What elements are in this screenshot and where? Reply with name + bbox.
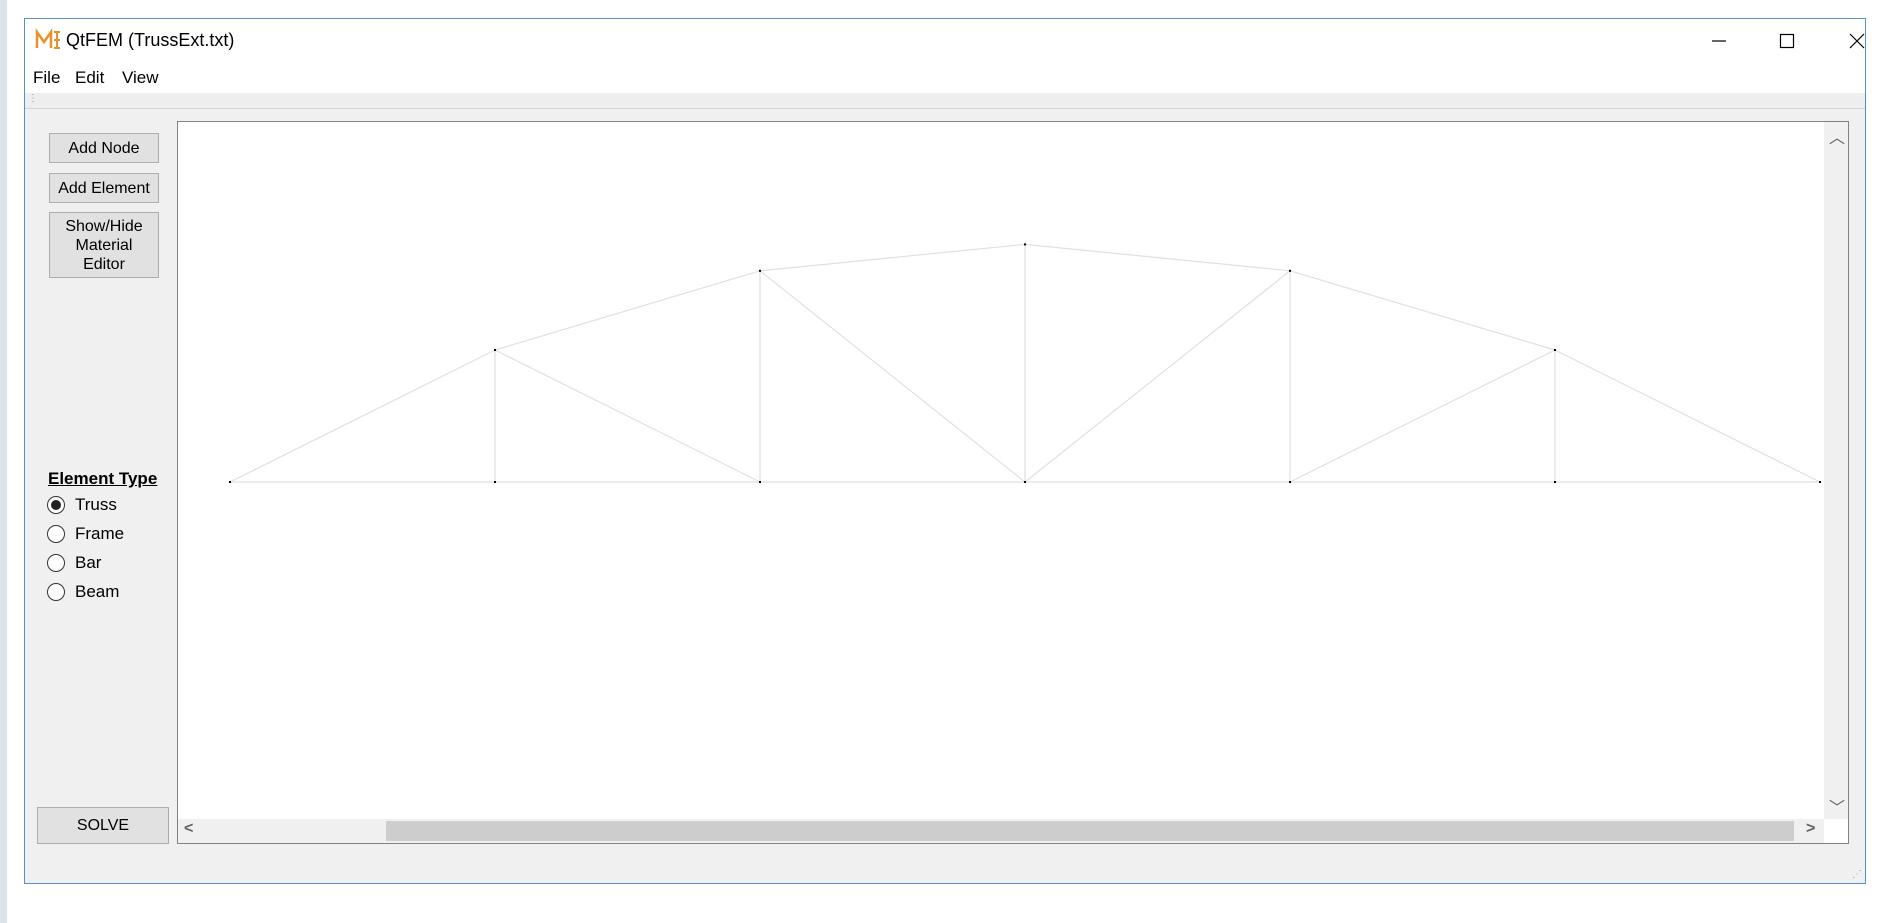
truss-node[interactable] xyxy=(229,481,231,483)
main-window: QtFEM (TrussExt.txt) File Edit View ⋮ Ad… xyxy=(24,18,1866,884)
model-view[interactable]: ︿ ﹀ < > xyxy=(177,121,1849,844)
truss-element[interactable] xyxy=(1289,349,1556,483)
window-title: QtFEM (TrussExt.txt) xyxy=(66,30,235,50)
radio-label-beam: Beam xyxy=(75,582,120,601)
truss-node[interactable] xyxy=(1554,481,1556,483)
radio-label-truss: Truss xyxy=(75,495,117,514)
menu-file[interactable]: File xyxy=(33,68,60,88)
radio-button[interactable] xyxy=(47,554,65,572)
truss-element[interactable] xyxy=(759,243,1026,272)
toolbar-area: ⋮ xyxy=(25,93,1865,109)
radio-button-selected[interactable] xyxy=(47,496,65,514)
truss-node[interactable] xyxy=(494,481,496,483)
radio-label-bar: Bar xyxy=(75,553,102,572)
truss-element[interactable] xyxy=(1554,349,1821,483)
truss-element[interactable] xyxy=(1024,270,1291,483)
radio-frame[interactable]: Frame xyxy=(47,522,124,546)
maximize-button[interactable] xyxy=(1753,19,1821,63)
add-node-button[interactable]: Add Node xyxy=(49,133,159,163)
radio-label-frame: Frame xyxy=(75,524,125,543)
material-editor-button[interactable]: Show/Hide Material Editor xyxy=(49,212,159,278)
truss-element[interactable] xyxy=(494,270,761,351)
radio-truss[interactable]: Truss xyxy=(47,493,117,517)
truss-node[interactable] xyxy=(1289,269,1291,272)
radio-dot xyxy=(51,500,61,510)
radio-button[interactable] xyxy=(47,583,65,601)
truss-canvas[interactable] xyxy=(178,122,1824,819)
truss-node[interactable] xyxy=(1024,243,1026,246)
truss-element[interactable] xyxy=(229,349,496,483)
add-element-button[interactable]: Add Element xyxy=(49,173,159,203)
truss-node[interactable] xyxy=(1289,481,1291,483)
truss-node[interactable] xyxy=(759,269,761,272)
horizontal-scroll-thumb[interactable] xyxy=(386,821,1794,841)
vertical-scrollbar[interactable]: ︿ ﹀ xyxy=(1824,122,1848,819)
maximize-icon xyxy=(1779,33,1795,49)
title-bar[interactable]: QtFEM (TrussExt.txt) xyxy=(25,19,1865,63)
mesh-app-icon xyxy=(35,28,60,49)
truss-node[interactable] xyxy=(1024,481,1026,483)
menu-bar: File Edit View xyxy=(25,63,1865,93)
truss-element[interactable] xyxy=(759,270,1026,483)
close-button[interactable] xyxy=(1823,19,1890,63)
toolbar-grip[interactable]: ⋮ xyxy=(28,94,38,104)
minimize-button[interactable] xyxy=(1685,19,1753,63)
truss-element[interactable] xyxy=(494,349,761,483)
radio-bar[interactable]: Bar xyxy=(47,551,101,575)
radio-beam[interactable]: Beam xyxy=(47,580,119,604)
close-icon xyxy=(1849,33,1865,49)
scroll-right-icon[interactable]: > xyxy=(1806,820,1815,838)
desktop-edge xyxy=(0,0,7,923)
resize-grip-icon[interactable]: ⋰ xyxy=(1852,869,1862,880)
minimize-icon xyxy=(1712,40,1726,42)
menu-view[interactable]: View xyxy=(122,68,159,88)
scroll-up-icon[interactable]: ︿ xyxy=(1829,124,1845,148)
solve-button[interactable]: SOLVE xyxy=(37,807,169,844)
horizontal-scrollbar[interactable]: < > xyxy=(178,819,1824,843)
truss-node[interactable] xyxy=(1554,349,1556,351)
radio-button[interactable] xyxy=(47,525,65,543)
scroll-down-icon[interactable]: ﹀ xyxy=(1829,794,1845,818)
truss-node[interactable] xyxy=(759,481,761,483)
menu-edit[interactable]: Edit xyxy=(75,68,104,88)
truss-element[interactable] xyxy=(1024,243,1291,272)
truss-node[interactable] xyxy=(1819,481,1821,483)
truss-node[interactable] xyxy=(494,349,496,351)
scroll-left-icon[interactable]: < xyxy=(184,820,193,838)
truss-element[interactable] xyxy=(1289,270,1556,351)
element-type-label: Element Type xyxy=(48,469,158,488)
